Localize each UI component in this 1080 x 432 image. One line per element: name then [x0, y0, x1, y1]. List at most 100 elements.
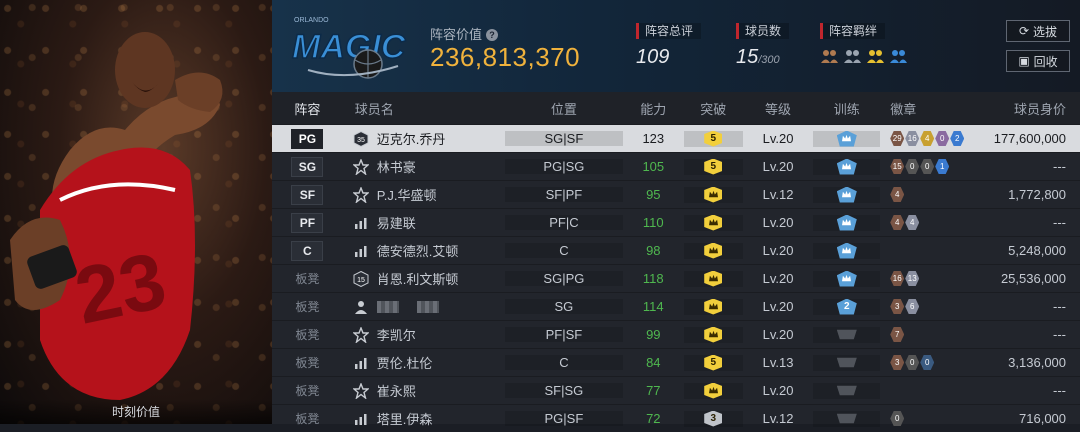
table-row[interactable]: SF P.J.华盛顿 SF|PF 95 Lv.12 4 1,772,800: [272, 180, 1080, 208]
player-name: P.J.华盛顿: [376, 188, 437, 203]
number-badge-icon: 35: [353, 130, 369, 147]
player-salary: 5,248,000: [1008, 243, 1067, 258]
player-position: SG|PG: [504, 271, 623, 286]
player-name: 崔永熙: [376, 384, 416, 399]
player-level: Lv.13: [762, 355, 794, 370]
player-count-stat: 球员数 15/300: [736, 22, 790, 69]
breakthrough-cell: [683, 326, 743, 343]
player-name-cell[interactable]: 塔里.伊森: [343, 409, 505, 428]
player-salary: ---: [1053, 299, 1067, 314]
player-name-cell[interactable]: 德安德烈.艾顿: [343, 241, 505, 260]
position-tag: PF: [291, 212, 324, 233]
header-ability[interactable]: 能力: [623, 99, 684, 118]
svg-text:MAGIC: MAGIC: [292, 28, 406, 66]
training-cell: [813, 214, 881, 231]
player-ability: 118: [642, 271, 664, 286]
player-level: Lv.20: [762, 271, 794, 286]
player-name-cell[interactable]: 15 肖恩.利文斯顿: [343, 269, 505, 288]
header-level[interactable]: 等级: [743, 99, 814, 118]
svg-text:15: 15: [357, 277, 365, 284]
header-position[interactable]: 位置: [505, 99, 623, 118]
badge-icon: 15: [890, 159, 905, 174]
header-salary[interactable]: 球员身价: [983, 99, 1080, 118]
player-name: 林书豪: [376, 160, 416, 175]
badge-icon: 1: [935, 159, 950, 174]
table-row[interactable]: PF 易建联 PF|C 110 Lv.20 4 4 ---: [272, 208, 1080, 236]
table-row[interactable]: 板凳 15 肖恩.利文斯顿 SG|PG 118 Lv.20 16 13 25,536,000: [272, 264, 1080, 292]
table-row[interactable]: 板凳 贾伦.杜伦 C 84 5 Lv.13 3 0 0 3,136,000: [272, 348, 1080, 376]
bond-bronze-icon[interactable]: [820, 48, 839, 64]
player-name-cell[interactable]: 易建联: [343, 213, 505, 232]
table-row[interactable]: C 德安德烈.艾顿 C 98 Lv.20 5,248,000: [272, 236, 1080, 264]
badges-cell: 300: [880, 355, 982, 370]
breakthrough-cell: [683, 298, 743, 315]
badge-icon: 2: [950, 131, 965, 146]
breakthrough-cell: 5: [683, 130, 743, 147]
roster-slot: PF: [272, 212, 343, 233]
header-training[interactable]: 训练: [813, 99, 880, 118]
training-empty-icon: [836, 357, 857, 368]
table-row[interactable]: 板凳 SG 114 Lv.20 2 3 6 ---: [272, 292, 1080, 320]
player-name-cell[interactable]: 林书豪: [343, 157, 505, 176]
player-level: Lv.20: [762, 159, 794, 174]
player-name-cell[interactable]: 李凯尔: [343, 325, 505, 344]
roster-table: 阵容 球员名 位置 能力 突破 等级 训练 徽章 球员身价 PG 35 迈克尔.乔丹 SG|SF 123…: [272, 92, 1080, 427]
player-count-value: 15/300: [736, 46, 780, 68]
moment-value-label: 时刻价值: [0, 399, 272, 424]
roster-slot: 板凳: [272, 382, 343, 399]
roster-slot: C: [272, 240, 343, 261]
svg-text:ORLANDO: ORLANDO: [294, 17, 329, 24]
table-row[interactable]: 板凳 塔里.伊森 PG|SF 72 3 Lv.12 0 716,000: [272, 404, 1080, 432]
header-slot[interactable]: 阵容: [272, 99, 343, 118]
crown-icon: [704, 242, 723, 259]
bench-label: 板凳: [295, 384, 320, 398]
breakthrough-cell: [683, 270, 743, 287]
training-crown-icon: [836, 270, 857, 287]
select-button[interactable]: ⟳ 选拔: [1006, 20, 1070, 42]
player-position: PF|SF: [504, 327, 623, 342]
player-name-cell[interactable]: P.J.华盛顿: [343, 185, 505, 204]
player-level: Lv.12: [762, 187, 794, 202]
table-row[interactable]: 板凳 李凯尔 PF|SF 99 Lv.20 7 ---: [272, 320, 1080, 348]
player-name-cell[interactable]: 贾伦.杜伦: [343, 353, 505, 372]
badges-cell: 15 0 0 1: [880, 159, 982, 174]
training-cell: [813, 354, 881, 371]
bond-blue-icon[interactable]: [889, 48, 908, 64]
magic-team-logo: ORLANDO MAGIC: [291, 17, 407, 79]
training-crown-icon: [836, 158, 857, 175]
player-ability: 99: [646, 327, 661, 342]
table-row[interactable]: 板凳 崔永熙 SF|SG 77 Lv.20 ---: [272, 376, 1080, 404]
team-rating-stat: 阵容总评 109: [636, 22, 702, 69]
table-row[interactable]: PG 35 迈克尔.乔丹 SG|SF 123 5 Lv.20 29 16 4 0 2 177,600,0…: [272, 124, 1080, 152]
player-level: Lv.20: [762, 327, 794, 342]
player-position: SF|PF: [504, 187, 623, 202]
badge-icon: 4: [890, 215, 905, 230]
training-cell: [813, 410, 881, 427]
bond-gold-icon[interactable]: [866, 48, 885, 64]
header-breakthrough[interactable]: 突破: [684, 99, 743, 118]
header-badges[interactable]: 徽章: [880, 99, 982, 118]
player-salary: 25,536,000: [1000, 271, 1067, 286]
help-icon[interactable]: ?: [486, 29, 499, 41]
crown-icon: [704, 298, 723, 315]
bar-rank-icon: [354, 357, 367, 369]
table-row[interactable]: SG 林书豪 PG|SG 105 5 Lv.20 15 0 0 1 ---: [272, 152, 1080, 180]
team-header: ORLANDO MAGIC 阵容价值? 236,813,370 阵容总评 109…: [272, 0, 1080, 92]
badge-icon: 4: [905, 215, 920, 230]
position-tag: C: [291, 240, 324, 261]
training-empty-icon: [836, 413, 857, 424]
header-name[interactable]: 球员名: [343, 99, 505, 118]
breakthrough-cell: 5: [683, 354, 743, 371]
recycle-button[interactable]: ▣ 回收: [1006, 50, 1070, 72]
bonds-icons[interactable]: [820, 48, 908, 64]
player-salary: 1,772,800: [1008, 187, 1067, 202]
badges-cell: 16 13: [880, 271, 982, 286]
bond-silver-icon[interactable]: [843, 48, 862, 64]
player-name-cell[interactable]: 35 迈克尔.乔丹: [343, 129, 505, 148]
player-position: C: [504, 243, 623, 258]
training-crown-icon: [836, 130, 857, 147]
player-level: Lv.20: [762, 215, 794, 230]
player-name-cell[interactable]: 崔永熙: [343, 381, 505, 400]
training-empty-icon: [836, 329, 857, 340]
player-name-cell[interactable]: [343, 299, 505, 315]
